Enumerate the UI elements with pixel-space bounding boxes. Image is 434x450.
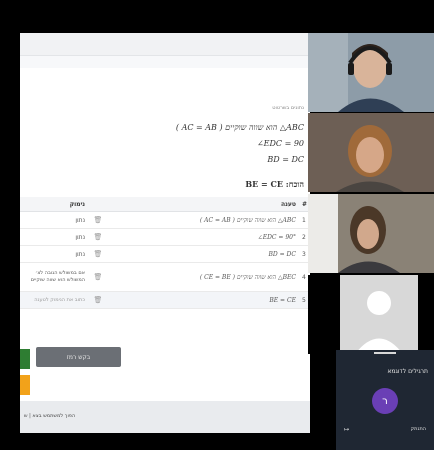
green-action-button[interactable]: [20, 349, 30, 369]
table-row: כתוב את הנימוק לטענה 🗑 BE = CE 5: [20, 291, 310, 309]
participant-video-3: [308, 194, 434, 273]
given-statement-1: ( AC = AB ) הוא שווה שוקיים △ABC: [175, 123, 304, 132]
page-subheader-bar: [20, 56, 310, 68]
row-claim[interactable]: ( AC = AB ) הוא שווה שוקיים △ABC: [108, 211, 299, 229]
avatar[interactable]: ר: [372, 388, 398, 414]
table-row: נתון 🗑 ( AC = AB ) הוא שווה שוקיים △ABC …: [20, 211, 310, 229]
trash-icon[interactable]: 🗑: [88, 262, 108, 292]
footer-text[interactable]: הפוך למשתמש בצא | ש: [24, 413, 75, 419]
video-tiles: [308, 33, 434, 354]
table-row: אם במשולש הגובה לצ׳ המשולש הוא שווה שוקי…: [20, 262, 310, 292]
logout-link[interactable]: התנתק: [411, 426, 426, 432]
proof-table: נימוק טענה # נתון 🗑 ( AC = AB ) הוא שווה…: [20, 197, 310, 309]
logout-icon[interactable]: ↦: [344, 426, 349, 433]
row-claim[interactable]: BE = CE: [108, 291, 299, 309]
panel-title[interactable]: תרגילים לדוגמא: [387, 368, 428, 375]
given-statement-2: ∠EDC = 90: [256, 139, 304, 148]
page-footer: הפוך למשתמש בצא | ש: [20, 401, 310, 433]
row-explanation[interactable]: נתון: [20, 211, 88, 229]
trash-icon[interactable]: 🗑: [88, 211, 108, 229]
table-row: נתון 🗑 BD = DC 3: [20, 245, 310, 263]
page-header-bar: [20, 33, 310, 56]
video-tile-4: [308, 275, 434, 354]
row-explanation[interactable]: אם במשולש הגובה לצ׳ המשולש הוא שווה שוקי…: [20, 262, 88, 292]
header-explanation: נימוק: [20, 197, 88, 212]
explanation-input[interactable]: כתוב את הנימוק לטענה: [20, 291, 88, 309]
browser-top-bar: [0, 0, 434, 33]
exercise-side-panel: תרגילים לדוגמא ר ↦ התנתק: [336, 350, 434, 450]
table-header-row: נימוק טענה #: [20, 197, 310, 212]
video-tile-2: [308, 113, 434, 192]
row-explanation[interactable]: נתון: [20, 245, 88, 263]
trash-icon[interactable]: 🗑: [88, 228, 108, 246]
row-claim[interactable]: BD = DC: [108, 245, 299, 263]
video-tile-3: [308, 194, 434, 273]
lesson-page: נתונים בשרטוט ( AC = AB ) הוא שווה שוקיי…: [20, 33, 310, 433]
panel-handle[interactable]: [374, 352, 396, 354]
header-claim: טענה: [108, 197, 299, 212]
trash-icon[interactable]: 🗑: [88, 291, 108, 309]
participant-video-1: [308, 33, 434, 112]
hint-button[interactable]: בקש רמז: [36, 347, 121, 367]
trash-icon[interactable]: 🗑: [88, 245, 108, 263]
orange-action-button[interactable]: [20, 375, 30, 395]
bottom-black-bar: [0, 433, 310, 450]
given-label: נתונים בשרטוט: [272, 105, 304, 111]
header-delete: [88, 197, 108, 212]
participant-video-2: [308, 113, 434, 192]
table-row: נתון 🗑 ∠EDC = 90° 2: [20, 228, 310, 246]
video-tile-1: [308, 33, 434, 112]
participant-placeholder: [308, 275, 434, 354]
prove-statement: BE = CE :הוכח: [245, 179, 304, 189]
row-claim[interactable]: ( CE = BE ) הוא שווה שוקיים △BEC: [108, 262, 299, 292]
given-statement-3: BD = DC: [267, 155, 304, 164]
row-claim[interactable]: ∠EDC = 90°: [108, 228, 299, 246]
row-explanation[interactable]: נתון: [20, 228, 88, 246]
